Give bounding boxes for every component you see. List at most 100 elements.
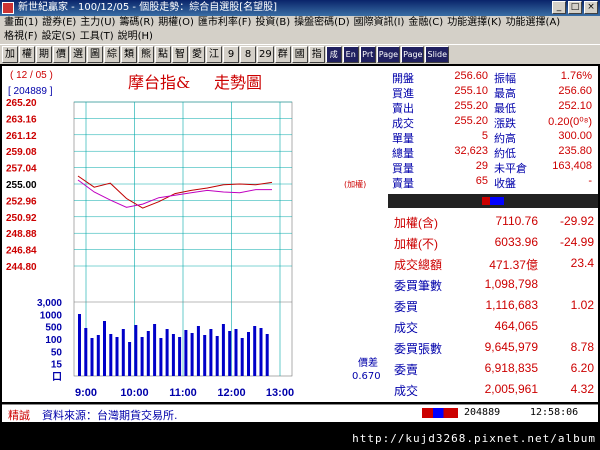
menu-item-8[interactable]: 國際資訊(I) (354, 16, 405, 30)
toolbar-button-6[interactable]: 綜 (104, 46, 120, 63)
quote-label: 最高 (494, 88, 516, 100)
volume-bar (103, 321, 106, 376)
toolbar-button-4[interactable]: 選 (70, 46, 86, 63)
stat-row: 委買 1,116,683 1.02 (394, 296, 594, 316)
menu-item-11[interactable]: 功能選擇(A) (506, 16, 561, 30)
stat-label: 成交 (394, 384, 419, 398)
toolbar-button-24[interactable]: Slide (425, 46, 450, 63)
price-tick-label: 248.88 (6, 229, 37, 240)
menu-item-6[interactable]: 投資(B) (255, 16, 290, 30)
volume-bar (234, 329, 238, 376)
volume-bar (96, 335, 100, 376)
quote-value: 235.80 (558, 145, 592, 157)
quote-value: 255.10 (454, 85, 488, 97)
menu2-item-3[interactable]: 說明(H) (118, 30, 153, 44)
quote-value: - (588, 175, 592, 187)
menu-item-1[interactable]: 證券(E) (42, 16, 76, 30)
quote-row: 賣出 255.20 最低 252.10 (390, 100, 596, 115)
toolbar-button-13[interactable]: 9 (223, 46, 239, 63)
toolbar-button-19[interactable]: 成 (325, 46, 342, 63)
menu-item-9[interactable]: 金融(C) (408, 16, 443, 30)
menu-item-0[interactable]: 畫面(1) (4, 16, 38, 30)
quote-label: 賣量 (392, 178, 414, 190)
volume-bar (109, 334, 113, 376)
menu-item-10[interactable]: 功能選擇(K) (447, 16, 501, 30)
menu2-item-2[interactable]: 工具(T) (80, 30, 114, 44)
toolbar-button-18[interactable]: 指 (308, 46, 325, 63)
quote-label: 成交 (392, 118, 414, 130)
menubar: 畫面(1) 證券(E) 主力(U) 籌碼(R) 期權(O) 匯市利率(F) 投資(B) 操盤密… (0, 16, 600, 44)
stat-value: 2,005,961 (484, 382, 538, 396)
quote-row: 開盤 256.60 振幅 1.76% (390, 70, 596, 85)
menu-item-7[interactable]: 操盤密碼(D) (294, 16, 350, 30)
toolbar-button-16[interactable]: 群 (274, 46, 291, 63)
stat-change: 8.78 (570, 340, 594, 354)
volume-tick-label: 100 (45, 335, 62, 346)
toolbar-button-1[interactable]: 權 (19, 46, 35, 63)
quote-label: 振幅 (494, 73, 516, 85)
quote-value: 1.76% (560, 70, 592, 82)
stat-label: 委買筆數 (394, 279, 443, 293)
volume-bar (84, 328, 88, 376)
volume-tick-label: 15 (51, 360, 63, 371)
menu-item-3[interactable]: 籌碼(R) (119, 16, 154, 30)
toolbar-button-10[interactable]: 智 (172, 46, 188, 63)
volume-bar (196, 326, 200, 376)
volume-bar (171, 334, 175, 376)
menu-item-2[interactable]: 主力(U) (80, 16, 115, 30)
close-button[interactable]: × (584, 1, 598, 14)
menu2-item-0[interactable]: 格視(F) (4, 30, 38, 44)
quote-value: 255.20 (454, 115, 488, 127)
volume-bar (128, 342, 132, 376)
toolbar-button-21[interactable]: Prt (359, 46, 376, 63)
volume-tick-label: 口 (52, 372, 62, 383)
minimize-button[interactable]: _ (552, 1, 566, 14)
time-tick-label: 11:00 (169, 387, 197, 399)
quote-panel: 開盤 256.60 振幅 1.76% 買進 255.10 最高 256.60 賣出 255.20 最… (388, 66, 598, 402)
menu-item-4[interactable]: 期權(O) (158, 16, 194, 30)
toolbar-button-8[interactable]: 熊 (138, 46, 154, 63)
stat-label: 委買 (394, 300, 419, 314)
stat-change: -24.99 (559, 235, 594, 249)
stat-change: 4.32 (570, 382, 594, 396)
spread-value: 0.670 (352, 371, 381, 382)
volume-bar (253, 326, 257, 376)
toolbar-button-22[interactable]: Page (376, 46, 401, 63)
price-tick-label: 255.00 (6, 180, 37, 191)
menu-item-5[interactable]: 匯市利率(F) (198, 16, 252, 30)
volume-bar (153, 324, 157, 376)
stat-label: 委賣 (394, 363, 419, 377)
toolbar-button-2[interactable]: 期 (36, 46, 52, 63)
price-chart: ( 12 / 05 ) [ 204889 ] 摩台指& 走勢圖 265.20 26… (6, 70, 381, 399)
menu2-item-1[interactable]: 設定(S) (42, 30, 76, 44)
volume-bar (203, 335, 207, 376)
toolbar-button-15[interactable]: 29 (257, 46, 274, 63)
toolbar-button-9[interactable]: 點 (155, 46, 171, 63)
stat-row: 成交 2,005,961 4.32 (394, 380, 594, 400)
toolbar-button-14[interactable]: 8 (240, 46, 256, 63)
toolbar-button-7[interactable]: 類 (121, 46, 137, 63)
toolbar: 加權期價選圖綜類熊點智愛江 9 8 29 群國指成 En Prt Page Page Slide (0, 44, 600, 64)
footer-url: http://kujd3268.pixnet.net/album (352, 432, 596, 445)
toolbar-button-12[interactable]: 江 (206, 46, 222, 63)
maximize-button[interactable]: □ (568, 1, 582, 14)
quote-value: 255.20 (454, 100, 488, 112)
volume-bar (259, 328, 263, 376)
status-time: 12:58:06 (530, 407, 579, 418)
toolbar-button-20[interactable]: En (342, 46, 359, 63)
volume-tick-label: 3,000 (37, 298, 62, 309)
volume-bar (115, 337, 119, 376)
status-code: 204889 (464, 407, 501, 418)
toolbar-button-23[interactable]: Page (401, 46, 425, 63)
toolbar-button-17[interactable]: 國 (291, 46, 308, 63)
quote-row: 總量 32,623 約低 235.80 (390, 145, 596, 160)
toolbar-button-3[interactable]: 價 (53, 46, 69, 63)
quote-value: 32,623 (454, 145, 488, 157)
quote-value: 252.10 (558, 100, 592, 112)
time-tick-label: 12:00 (217, 387, 245, 399)
stat-row: 加權(不) 6033.96 -24.99 (394, 233, 594, 253)
toolbar-button-0[interactable]: 加 (2, 46, 18, 63)
toolbar-button-5[interactable]: 圖 (87, 46, 103, 63)
stat-value: 6033.96 (494, 235, 538, 249)
toolbar-button-11[interactable]: 愛 (189, 46, 205, 63)
